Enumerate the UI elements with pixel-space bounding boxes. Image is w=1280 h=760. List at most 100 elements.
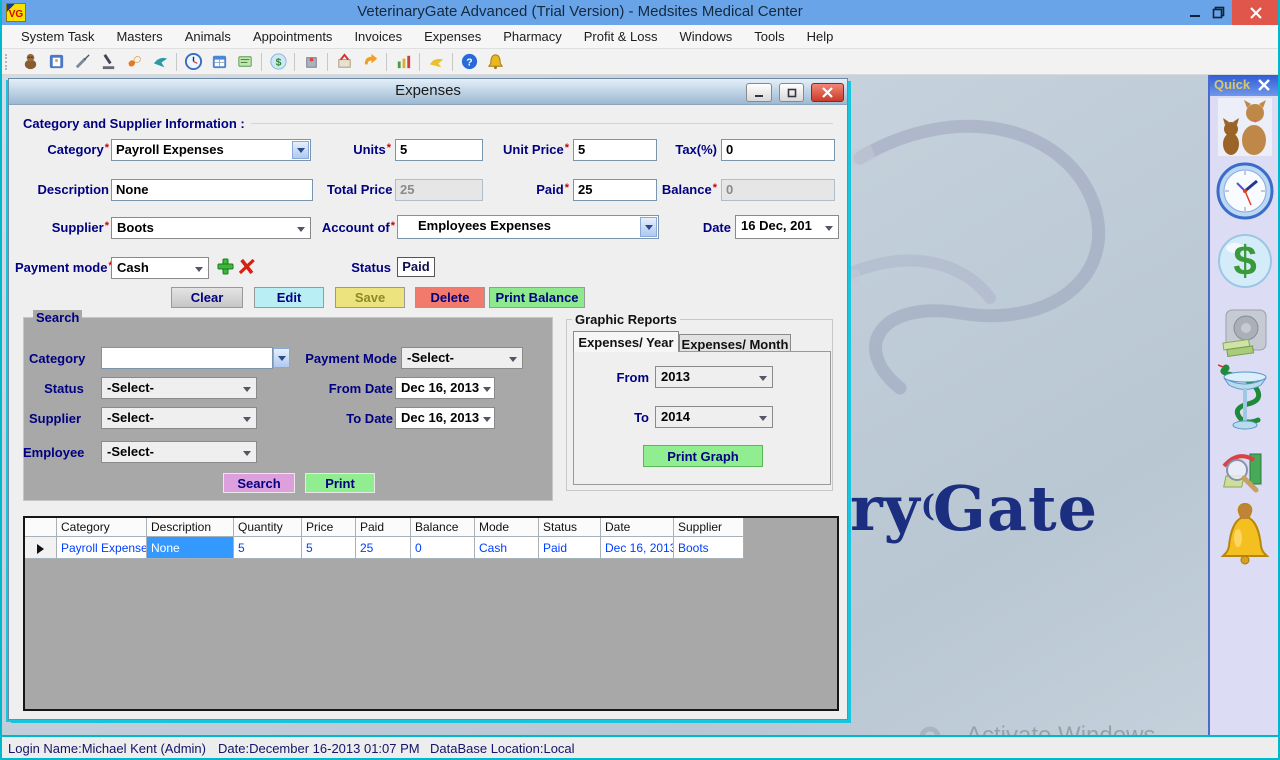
date-picker[interactable]: 16 Dec, 201 xyxy=(735,215,839,239)
grid-cell-balance[interactable]: 0 xyxy=(411,537,475,559)
supplier-select[interactable]: Boots xyxy=(111,217,311,239)
toolbar: $ ? xyxy=(0,49,1280,75)
account-of-combobox[interactable]: Employees Expenses xyxy=(397,215,659,239)
chart-icon[interactable] xyxy=(390,51,416,73)
menu-profit-loss[interactable]: Profit & Loss xyxy=(573,29,669,44)
invoice-icon[interactable] xyxy=(232,51,258,73)
menu-expenses[interactable]: Expenses xyxy=(413,29,492,44)
inventory-icon[interactable] xyxy=(298,51,324,73)
brand-text: ry(Gate xyxy=(850,472,1098,545)
grid-header-status[interactable]: Status xyxy=(539,518,601,537)
restore-button[interactable] xyxy=(1205,0,1231,25)
dropdown-button[interactable] xyxy=(640,217,657,237)
money-dollar-icon[interactable]: $ xyxy=(1216,232,1274,295)
print-balance-button[interactable]: Print Balance xyxy=(489,287,585,308)
menu-windows[interactable]: Windows xyxy=(668,29,743,44)
search-category-dropdown-button[interactable] xyxy=(273,348,290,368)
graph-from-select[interactable]: 2013 xyxy=(655,366,773,388)
dialog-title-bar[interactable]: Expenses xyxy=(9,79,847,105)
bell-icon[interactable] xyxy=(1219,502,1271,573)
grid-cell-date[interactable]: Dec 16, 2013 xyxy=(601,537,674,559)
delete-button[interactable]: Delete xyxy=(415,287,485,308)
bell-icon[interactable] xyxy=(482,51,508,73)
tax-input[interactable]: 0 xyxy=(721,139,835,161)
cash-box-icon[interactable] xyxy=(1220,308,1270,365)
grid-cell-status[interactable]: Paid xyxy=(539,537,601,559)
search-category-input[interactable] xyxy=(101,347,273,369)
clear-button[interactable]: Clear xyxy=(171,287,243,308)
bird-icon[interactable] xyxy=(147,51,173,73)
units-input[interactable]: 5 xyxy=(395,139,483,161)
menu-system-task[interactable]: System Task xyxy=(10,29,105,44)
search-button[interactable]: Search xyxy=(223,473,295,493)
grid-header-price[interactable]: Price xyxy=(302,518,356,537)
grid-header-mode[interactable]: Mode xyxy=(475,518,539,537)
grid-header-description[interactable]: Description xyxy=(147,518,234,537)
grid-cell-price[interactable]: 5 xyxy=(302,537,356,559)
grid-header-paid[interactable]: Paid xyxy=(356,518,411,537)
minimize-button[interactable] xyxy=(1183,0,1207,25)
close-button[interactable] xyxy=(1232,0,1280,25)
clock-icon[interactable] xyxy=(180,51,206,73)
save-button[interactable]: Save xyxy=(335,287,405,308)
messenger-bird-icon[interactable] xyxy=(423,51,449,73)
search-status-select[interactable]: -Select- xyxy=(101,377,257,399)
patient-file-icon[interactable] xyxy=(43,51,69,73)
undo-arrow-icon[interactable] xyxy=(357,51,383,73)
injection-icon[interactable] xyxy=(69,51,95,73)
add-payment-mode-icon[interactable] xyxy=(217,258,234,280)
search-to-date-picker[interactable]: Dec 16, 2013 xyxy=(395,407,495,429)
grid-cell-category[interactable]: Payroll Expenses xyxy=(57,537,147,559)
menu-animals[interactable]: Animals xyxy=(174,29,242,44)
pharmacy-bowl-icon[interactable] xyxy=(1218,362,1272,441)
dog-icon[interactable] xyxy=(17,51,43,73)
tab-expenses-year[interactable]: Expenses/ Year xyxy=(573,331,679,352)
quick-close-button[interactable] xyxy=(1254,77,1274,93)
clock-icon[interactable] xyxy=(1216,162,1274,225)
purchase-icon[interactable] xyxy=(331,51,357,73)
grid-header-category[interactable]: Category xyxy=(57,518,147,537)
grid-cell-mode[interactable]: Cash xyxy=(475,537,539,559)
unit-price-input[interactable]: 5 xyxy=(573,139,657,161)
menu-invoices[interactable]: Invoices xyxy=(343,29,413,44)
search-supplier-select[interactable]: -Select- xyxy=(101,407,257,429)
grid-header-quantity[interactable]: Quantity xyxy=(234,518,302,537)
grid-header-supplier[interactable]: Supplier xyxy=(674,518,744,537)
search-from-date-picker[interactable]: Dec 16, 2013 xyxy=(395,377,495,399)
grid-row[interactable]: Payroll Expenses None 5 5 25 0 Cash Paid… xyxy=(25,537,837,559)
delete-payment-mode-icon[interactable] xyxy=(239,258,256,280)
category-combobox[interactable]: Payroll Expenses xyxy=(111,139,311,161)
grid-cell-paid[interactable]: 25 xyxy=(356,537,411,559)
dialog-maximize-button[interactable] xyxy=(779,83,804,102)
menu-pharmacy[interactable]: Pharmacy xyxy=(492,29,573,44)
dialog-close-button[interactable] xyxy=(811,83,844,102)
tab-expenses-month[interactable]: Expenses/ Month xyxy=(679,334,791,352)
microscope-icon[interactable] xyxy=(95,51,121,73)
search-print-button[interactable]: Print xyxy=(305,473,375,493)
reports-search-icon[interactable] xyxy=(1220,448,1270,499)
menu-tools[interactable]: Tools xyxy=(743,29,795,44)
grid-header-balance[interactable]: Balance xyxy=(411,518,475,537)
menu-masters[interactable]: Masters xyxy=(105,29,173,44)
menu-help[interactable]: Help xyxy=(796,29,845,44)
capsule-icon[interactable] xyxy=(121,51,147,73)
calendar-icon[interactable] xyxy=(206,51,232,73)
menu-appointments[interactable]: Appointments xyxy=(242,29,344,44)
grid-header-date[interactable]: Date xyxy=(601,518,674,537)
dropdown-button[interactable] xyxy=(292,141,309,159)
payment-mode-select[interactable]: Cash xyxy=(111,257,209,279)
help-icon[interactable]: ? xyxy=(456,51,482,73)
dollar-icon[interactable]: $ xyxy=(265,51,291,73)
grid-cell-quantity[interactable]: 5 xyxy=(234,537,302,559)
search-employee-select[interactable]: -Select- xyxy=(101,441,257,463)
description-input[interactable]: None xyxy=(111,179,313,201)
search-payment-mode-select[interactable]: -Select- xyxy=(401,347,523,369)
edit-button[interactable]: Edit xyxy=(254,287,324,308)
grid-cell-supplier[interactable]: Boots xyxy=(674,537,744,559)
paid-input[interactable]: 25 xyxy=(573,179,657,201)
pets-photo-icon[interactable] xyxy=(1218,98,1272,161)
graph-to-select[interactable]: 2014 xyxy=(655,406,773,428)
print-graph-button[interactable]: Print Graph xyxy=(643,445,763,467)
dialog-minimize-button[interactable] xyxy=(746,83,772,102)
grid-cell-description-selected[interactable]: None xyxy=(147,537,234,559)
